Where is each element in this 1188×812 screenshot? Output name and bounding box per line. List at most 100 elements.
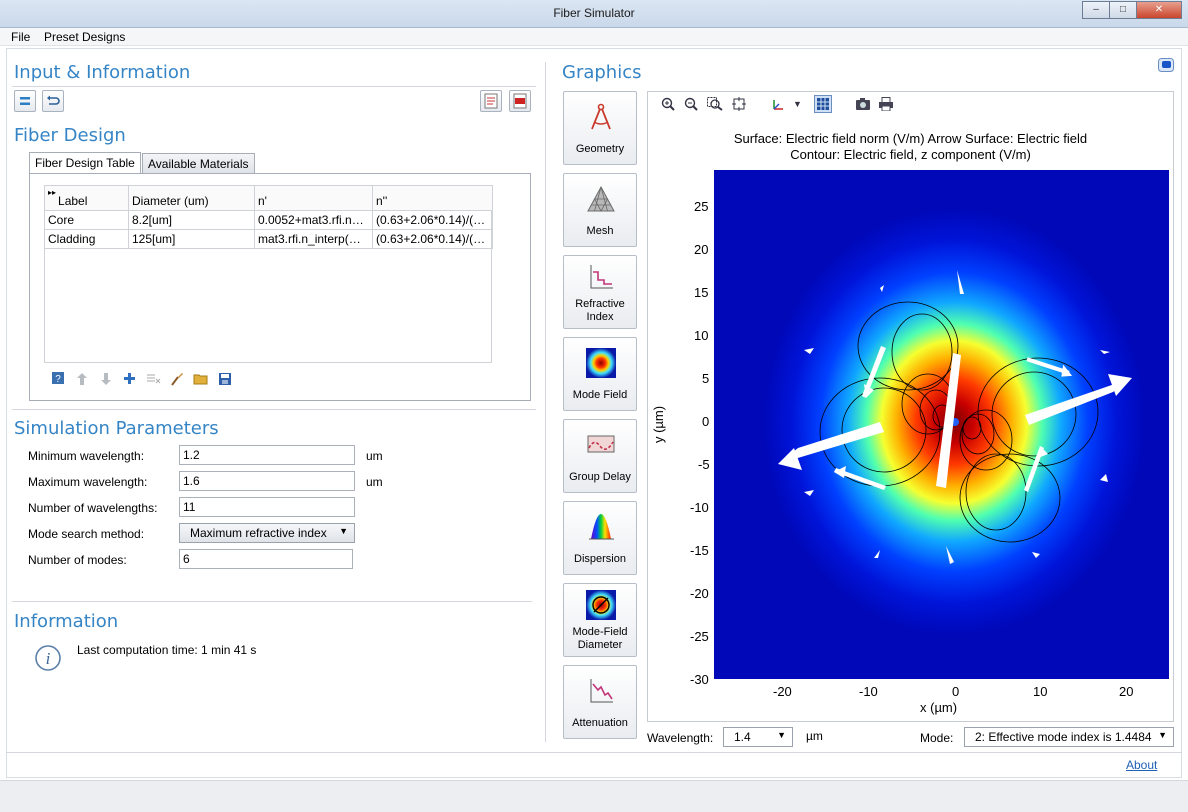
geometry-label: Geometry <box>575 143 625 155</box>
simulation-parameters-title: Simulation Parameters <box>14 418 219 439</box>
divider <box>6 752 1182 753</box>
move-up-icon[interactable] <box>76 372 88 386</box>
svg-text:i: i <box>46 649 51 668</box>
app-logo-icon[interactable] <box>1158 58 1174 72</box>
zoom-out-icon[interactable] <box>684 97 698 111</box>
num-wavelengths-label: Number of wavelengths: <box>28 501 158 515</box>
plot-title-line-1: Surface: Electric field norm (V/m) Arrow… <box>733 131 1088 146</box>
dispersion-button[interactable]: Dispersion <box>563 501 637 575</box>
wavelength-select[interactable]: 1.4 ▼ <box>723 727 793 747</box>
open-folder-icon[interactable] <box>193 372 209 385</box>
status-bar <box>0 780 1188 812</box>
table-cell[interactable]: 8.2[um] <box>128 210 255 230</box>
menu-file[interactable]: File <box>11 30 30 44</box>
divider <box>12 409 536 410</box>
delete-rows-icon[interactable] <box>146 372 161 385</box>
menu-preset-designs[interactable]: Preset Designs <box>44 30 125 44</box>
chevron-down-icon: ▼ <box>777 730 786 740</box>
move-down-icon[interactable] <box>100 372 112 386</box>
refractive-index-label: Refractive Index <box>575 298 625 323</box>
pdf-icon <box>513 93 527 109</box>
x-axis-label: x (µm) <box>920 700 958 715</box>
y-tick: -10 <box>690 500 709 515</box>
mode-select[interactable]: 2: Effective mode index is 1.4484 ▼ <box>964 727 1174 747</box>
grid-view-icon[interactable] <box>814 95 832 113</box>
mode-field-diameter-label: Mode-Field Diameter <box>572 626 628 651</box>
mode-search-method-label: Mode search method: <box>28 527 145 541</box>
refractive-index-icon <box>590 265 613 289</box>
num-modes-input[interactable] <box>179 549 353 569</box>
equals-icon <box>20 97 30 105</box>
attenuation-label: Attenuation <box>572 717 628 729</box>
column-header-n-double-prime[interactable]: n'' <box>372 185 493 211</box>
print-icon[interactable] <box>878 97 894 111</box>
table-row[interactable]: Core 8.2[um] 0.0052+mat3.rfi.n_i... (0.6… <box>44 210 493 230</box>
table-row[interactable]: Cladding 125[um] mat3.rfi.n_interp(wl...… <box>44 229 493 249</box>
save-icon[interactable] <box>218 372 232 386</box>
mode-label: Mode: <box>920 731 954 745</box>
table-cell[interactable]: mat3.rfi.n_interp(wl... <box>254 229 373 249</box>
mode-field-diameter-icon <box>586 590 616 620</box>
axis-orientation-icon[interactable] <box>770 97 786 111</box>
zoom-extents-icon[interactable] <box>732 97 746 111</box>
table-cell[interactable]: (0.63+2.06*0.14)/(wl*... <box>372 229 493 249</box>
mode-value: 2: Effective mode index is 1.4484 <box>975 730 1152 744</box>
minimize-button[interactable]: – <box>1082 1 1109 19</box>
column-header-label[interactable]: ▸▸Label <box>44 185 129 211</box>
column-header-n-prime[interactable]: n' <box>254 185 373 211</box>
y-tick: 0 <box>702 414 710 429</box>
x-tick: 20 <box>1119 684 1134 699</box>
max-wavelength-input[interactable] <box>179 471 355 491</box>
num-modes-label: Number of modes: <box>28 553 127 567</box>
num-wavelengths-input[interactable] <box>179 497 355 517</box>
clear-icon[interactable] <box>170 372 184 386</box>
about-link[interactable]: About <box>1126 758 1157 772</box>
zoom-box-icon[interactable] <box>707 97 723 111</box>
tab-fiber-design-table[interactable]: Fiber Design Table <box>29 152 141 174</box>
zoom-in-icon[interactable] <box>661 97 675 111</box>
svg-text:?: ? <box>55 374 61 384</box>
dispersion-label: Dispersion <box>574 553 626 565</box>
mode-field-diameter-button[interactable]: Mode-Field Diameter <box>563 583 637 657</box>
chevron-down-icon[interactable]: ▼ <box>793 99 802 109</box>
close-button[interactable]: ✕ <box>1136 1 1182 19</box>
geometry-button[interactable]: Geometry <box>563 91 637 165</box>
undo-icon <box>47 95 60 105</box>
report-button[interactable] <box>480 90 502 112</box>
mesh-button[interactable]: Mesh <box>563 173 637 247</box>
group-delay-button[interactable]: Group Delay <box>563 419 637 493</box>
column-header-diameter[interactable]: Diameter (um) <box>128 185 255 211</box>
maximize-button[interactable]: □ <box>1109 1 1136 19</box>
mode-field-label: Mode Field <box>572 389 628 401</box>
title-bar: Fiber Simulator – □ ✕ <box>0 0 1188 28</box>
y-tick: -15 <box>690 543 709 558</box>
mode-field-button[interactable]: Mode Field <box>563 337 637 411</box>
table-cell[interactable]: Cladding <box>44 229 129 249</box>
help-icon[interactable]: ? <box>52 372 64 384</box>
refractive-index-button[interactable]: Refractive Index <box>563 255 637 329</box>
compute-button[interactable] <box>14 90 36 112</box>
graphics-title: Graphics <box>562 62 642 83</box>
table-cell[interactable]: 125[um] <box>128 229 255 249</box>
table-cell[interactable]: (0.63+2.06*0.14)/(wl*... <box>372 210 493 230</box>
input-information-title: Input & Information <box>14 62 191 83</box>
report-icon <box>484 93 498 109</box>
window-title: Fiber Simulator <box>553 6 635 20</box>
mode-search-method-select[interactable]: Maximum refractive index ▼ <box>179 523 355 543</box>
table-cell[interactable]: 0.0052+mat3.rfi.n_i... <box>254 210 373 230</box>
divider <box>12 86 536 87</box>
mode-field-plot[interactable] <box>714 170 1169 679</box>
wavelength-unit: µm <box>806 729 823 743</box>
add-icon[interactable] <box>123 372 136 385</box>
graphics-window[interactable]: ▼ Surface: Electric field norm (V/m) Arr… <box>647 91 1174 722</box>
tab-available-materials[interactable]: Available Materials <box>142 153 255 174</box>
fiber-design-panel: ▸▸Label Diameter (um) n' n'' Core 8.2[um… <box>29 173 531 401</box>
min-wavelength-input[interactable] <box>179 445 355 465</box>
camera-icon[interactable] <box>855 97 871 111</box>
panel-splitter[interactable] <box>545 62 546 742</box>
attenuation-button[interactable]: Attenuation <box>563 665 637 739</box>
table-cell[interactable]: Core <box>44 210 129 230</box>
min-wavelength-label: Minimum wavelength: <box>28 449 145 463</box>
pdf-button[interactable] <box>509 90 531 112</box>
reset-button[interactable] <box>42 90 64 112</box>
